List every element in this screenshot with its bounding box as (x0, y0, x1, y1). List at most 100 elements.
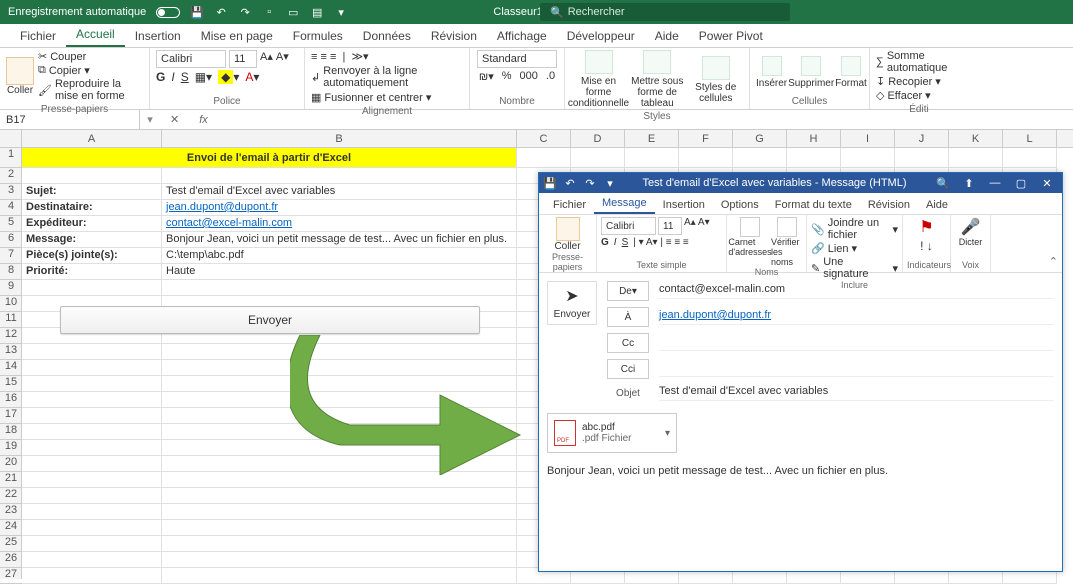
to-button[interactable]: À (607, 307, 649, 327)
cell[interactable] (22, 456, 162, 472)
row-header[interactable]: 20 (0, 456, 22, 472)
verify-names-btn[interactable]: Vérifier les noms (771, 217, 802, 267)
ol-tab-message[interactable]: Message (594, 194, 655, 214)
cell[interactable] (22, 504, 162, 520)
row-header[interactable]: 25 (0, 536, 22, 552)
row-header[interactable]: 24 (0, 520, 22, 536)
cell[interactable] (1003, 148, 1057, 168)
cell[interactable]: Bonjour Jean, voici un petit message de … (162, 232, 517, 248)
row-header[interactable]: 6 (0, 232, 22, 248)
ol-undo-icon[interactable]: ↶ (563, 176, 577, 190)
format-cells-btn[interactable]: Format (835, 56, 867, 89)
ol-tab-aide[interactable]: Aide (918, 196, 956, 214)
cell[interactable] (22, 168, 162, 184)
row-header[interactable]: 27 (0, 568, 22, 584)
tab-aide[interactable]: Aide (645, 25, 689, 47)
cell[interactable] (162, 568, 517, 584)
italic-btn[interactable]: I (171, 70, 174, 84)
row-header[interactable]: 13 (0, 344, 22, 360)
send-button[interactable]: Envoyer (60, 306, 480, 334)
wrap-text-btn[interactable]: ↲ Renvoyer à la ligne automatiquement (311, 65, 463, 89)
cell[interactable] (162, 488, 517, 504)
inc-dec-icon[interactable]: .0 (546, 70, 555, 83)
cell[interactable]: Test d'email d'Excel avec variables (162, 184, 517, 200)
cell[interactable]: Priorité: (22, 264, 162, 280)
qat-new-icon[interactable]: ▫ (262, 5, 276, 19)
col-header[interactable]: J (895, 130, 949, 148)
clear-btn[interactable]: ◇ Effacer ▾ (876, 89, 931, 102)
col-header[interactable]: D (571, 130, 625, 148)
undo-icon[interactable]: ↶ (214, 5, 228, 19)
cell[interactable] (22, 552, 162, 568)
row-header[interactable]: 16 (0, 392, 22, 408)
col-header[interactable]: F (679, 130, 733, 148)
row-header[interactable]: 15 (0, 376, 22, 392)
from-field[interactable]: contact@excel-malin.com (659, 283, 1054, 299)
qat-dropdown-icon[interactable]: ▾ (334, 5, 348, 19)
row-header[interactable]: 12 (0, 328, 22, 344)
row-header[interactable]: 11 (0, 312, 22, 328)
minimize-icon[interactable]: — (984, 175, 1006, 191)
ol-tab-insertion[interactable]: Insertion (655, 196, 713, 214)
cell[interactable]: contact@excel-malin.com (162, 216, 517, 232)
row-header[interactable]: 18 (0, 424, 22, 440)
cell[interactable]: Haute (162, 264, 517, 280)
to-field[interactable]: jean.dupont@dupont.fr (659, 309, 1054, 325)
cell[interactable] (895, 148, 949, 168)
tab-formules[interactable]: Formules (283, 25, 353, 47)
bcc-field[interactable] (659, 361, 1054, 377)
copy-btn[interactable]: ⧉Copier ▾ (38, 64, 143, 77)
bcc-button[interactable]: Cci (607, 359, 649, 379)
currency-icon[interactable]: ₪▾ (479, 70, 494, 83)
ol-send-button[interactable]: ➤ Envoyer (547, 281, 597, 325)
cell[interactable] (625, 148, 679, 168)
row-header[interactable]: 22 (0, 488, 22, 504)
cell[interactable] (22, 536, 162, 552)
ol-font-name[interactable]: Calibri (601, 217, 656, 235)
ol-tab-options[interactable]: Options (713, 196, 767, 214)
cell[interactable] (517, 148, 571, 168)
ol-up-icon[interactable]: ⬆ (958, 175, 980, 191)
table-format-btn[interactable]: Mettre sous forme de tableau (630, 50, 685, 109)
cell[interactable]: Message: (22, 232, 162, 248)
insert-cells-btn[interactable]: Insérer (756, 56, 787, 89)
col-header[interactable]: C (517, 130, 571, 148)
row-header[interactable]: 21 (0, 472, 22, 488)
comma-icon[interactable]: 000 (520, 70, 538, 83)
col-header[interactable]: L (1003, 130, 1057, 148)
cancel-fx-icon[interactable]: ✕ (160, 113, 189, 126)
cell[interactable] (162, 520, 517, 536)
sheet-title[interactable]: Envoi de l'email à partir d'Excel (22, 148, 517, 168)
cell[interactable] (22, 360, 162, 376)
delete-cells-btn[interactable]: Supprimer (791, 56, 831, 89)
from-button[interactable]: De ▾ (607, 281, 649, 301)
flag-icon[interactable]: ⚑ (919, 217, 933, 237)
cell[interactable] (22, 376, 162, 392)
cell[interactable]: jean.dupont@dupont.fr (162, 200, 517, 216)
cc-field[interactable] (659, 335, 1054, 351)
chevron-down-icon[interactable]: ▾ (665, 428, 670, 439)
cell[interactable] (679, 148, 733, 168)
row-header[interactable]: 14 (0, 360, 22, 376)
redo-icon[interactable]: ↷ (238, 5, 252, 19)
cell[interactable] (22, 392, 162, 408)
row-header[interactable]: 8 (0, 264, 22, 280)
cell[interactable] (841, 148, 895, 168)
row-header[interactable]: 17 (0, 408, 22, 424)
cell[interactable]: Destinataire: (22, 200, 162, 216)
qat-saveas-icon[interactable]: ▤ (310, 5, 324, 19)
cell[interactable]: C:\temp\abc.pdf (162, 248, 517, 264)
ol-dd-icon[interactable]: ▾ (603, 176, 617, 190)
tab-power-pivot[interactable]: Power Pivot (689, 25, 773, 47)
ol-font-size[interactable]: 11 (658, 217, 682, 235)
maximize-icon[interactable]: ▢ (1010, 175, 1032, 191)
fill-color-btn[interactable]: ◆▾ (218, 70, 239, 84)
row-header[interactable]: 19 (0, 440, 22, 456)
row-header[interactable]: 26 (0, 552, 22, 568)
tab-fichier[interactable]: Fichier (10, 25, 66, 47)
row-header[interactable]: 23 (0, 504, 22, 520)
cut-btn[interactable]: ✂Couper (38, 50, 143, 63)
row-header[interactable]: 7 (0, 248, 22, 264)
cell[interactable]: Sujet: (22, 184, 162, 200)
row-header[interactable]: 1 (0, 148, 22, 168)
